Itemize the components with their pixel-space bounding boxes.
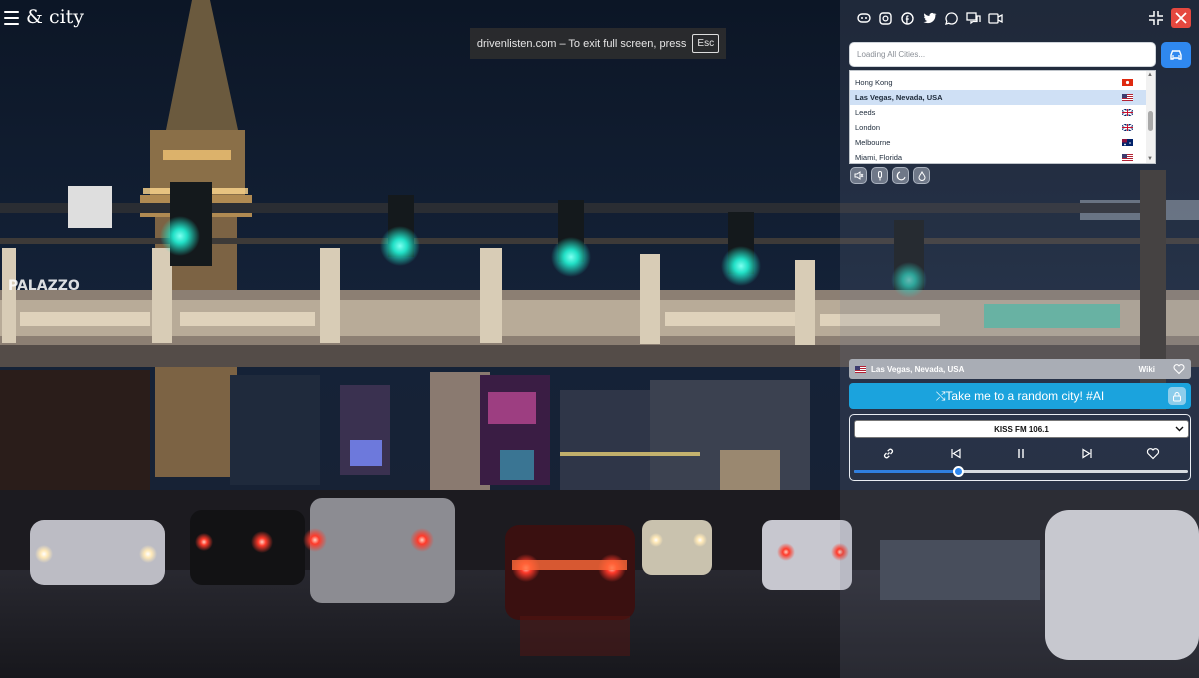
- moon-icon: [896, 171, 905, 180]
- city-name: Hong Kong: [855, 78, 893, 87]
- drive-button[interactable]: [1161, 42, 1191, 68]
- current-location-bar: Las Vegas, Nevada, USA Wiki: [849, 359, 1191, 379]
- svg-text:PALAZZO: PALAZZO: [8, 278, 80, 294]
- fullscreen-notice-text: drivenlisten.com – To exit full screen, …: [476, 37, 687, 50]
- city-list-item[interactable]: Las Vegas, Nevada, USA: [850, 90, 1147, 105]
- car-icon: [1170, 50, 1182, 60]
- city-list-item[interactable]: Melbourne: [850, 135, 1147, 150]
- station-name: KISS FM 106.1: [994, 424, 1049, 434]
- volume-slider-handle[interactable]: [952, 466, 964, 477]
- pause-icon: [1018, 448, 1024, 458]
- chevron-down-icon: [1175, 426, 1184, 432]
- hamburger-menu-icon[interactable]: [4, 11, 19, 25]
- night-mode-button[interactable]: [892, 167, 909, 184]
- discord-icon[interactable]: [856, 10, 871, 26]
- usa-flag-icon: [1122, 154, 1133, 161]
- random-city-button[interactable]: ⤭Take me to a random city! #AI: [849, 383, 1191, 409]
- microphone-button[interactable]: [871, 167, 888, 184]
- lock-icon: [1173, 391, 1181, 401]
- lock-button[interactable]: [1168, 387, 1186, 405]
- microphone-icon: [877, 170, 882, 180]
- fullscreen-notice: drivenlisten.com – To exit full screen, …: [470, 28, 726, 59]
- next-station-button[interactable]: [1080, 446, 1094, 460]
- uk-flag-icon: [1121, 123, 1134, 132]
- previous-station-button[interactable]: [948, 446, 962, 460]
- city-name: Melbourne: [855, 138, 891, 147]
- city-list-item[interactable]: Miami, Florida: [850, 150, 1147, 163]
- city-list-item[interactable]: Hong Kong: [850, 75, 1147, 90]
- drop-icon: [917, 170, 926, 181]
- city-name: London: [855, 123, 881, 132]
- close-icon: [1175, 12, 1187, 24]
- current-city-name: Las Vegas, Nevada, USA: [871, 364, 965, 374]
- favorite-station-button[interactable]: [1146, 446, 1160, 460]
- link-button[interactable]: [881, 446, 895, 460]
- station-select[interactable]: KISS FM 106.1: [854, 420, 1189, 438]
- city-name: Las Vegas, Nevada, USA: [855, 93, 943, 102]
- esc-key-hint: Esc: [692, 34, 720, 53]
- city-list-scrollbar[interactable]: ▲ ▼: [1146, 71, 1155, 163]
- close-button[interactable]: [1171, 8, 1191, 28]
- mute-button[interactable]: [850, 167, 867, 184]
- wiki-link[interactable]: Wiki: [1139, 365, 1155, 374]
- app-logo[interactable]: & city: [26, 6, 84, 28]
- city-list[interactable]: Hong Kong Las Vegas, Nevada, USA Leeds L…: [849, 70, 1156, 164]
- scrollbar-thumb[interactable]: [1148, 111, 1153, 131]
- skip-forward-icon: [1081, 447, 1092, 459]
- australia-flag-icon: [1122, 139, 1133, 146]
- usa-flag-icon: [1122, 94, 1133, 101]
- facebook-icon[interactable]: [900, 10, 915, 26]
- control-buttons: [850, 167, 930, 184]
- city-name: Miami, Florida: [855, 153, 903, 162]
- social-links: [856, 10, 1003, 26]
- hong-kong-flag-icon: [1122, 79, 1133, 86]
- volume-slider-fill: [854, 470, 958, 473]
- link-icon: [883, 448, 893, 458]
- video-icon[interactable]: [988, 10, 1003, 26]
- heart-icon: [1146, 447, 1160, 459]
- usa-flag-icon: [855, 365, 866, 373]
- chat-icon[interactable]: [966, 10, 981, 26]
- exit-fullscreen-icon[interactable]: [1148, 10, 1164, 26]
- scroll-down-icon[interactable]: ▼: [1147, 156, 1153, 162]
- rain-button[interactable]: [913, 167, 930, 184]
- whatsapp-icon[interactable]: [944, 10, 959, 26]
- skip-back-icon: [950, 447, 961, 459]
- scroll-up-icon[interactable]: ▲: [1147, 72, 1153, 78]
- pause-button[interactable]: [1014, 446, 1028, 460]
- instagram-icon[interactable]: [878, 10, 893, 26]
- uk-flag-icon: [1121, 108, 1134, 117]
- city-list-item[interactable]: London: [850, 120, 1147, 135]
- volume-slider[interactable]: [854, 466, 1188, 477]
- city-list-item[interactable]: Leeds: [850, 105, 1147, 120]
- radio-player: KISS FM 106.1: [849, 414, 1191, 481]
- twitter-icon[interactable]: [922, 10, 937, 26]
- city-name: Leeds: [855, 108, 876, 117]
- mute-icon: [854, 171, 863, 180]
- favorite-city-heart-icon[interactable]: [1173, 363, 1185, 375]
- city-search-input[interactable]: [849, 42, 1156, 67]
